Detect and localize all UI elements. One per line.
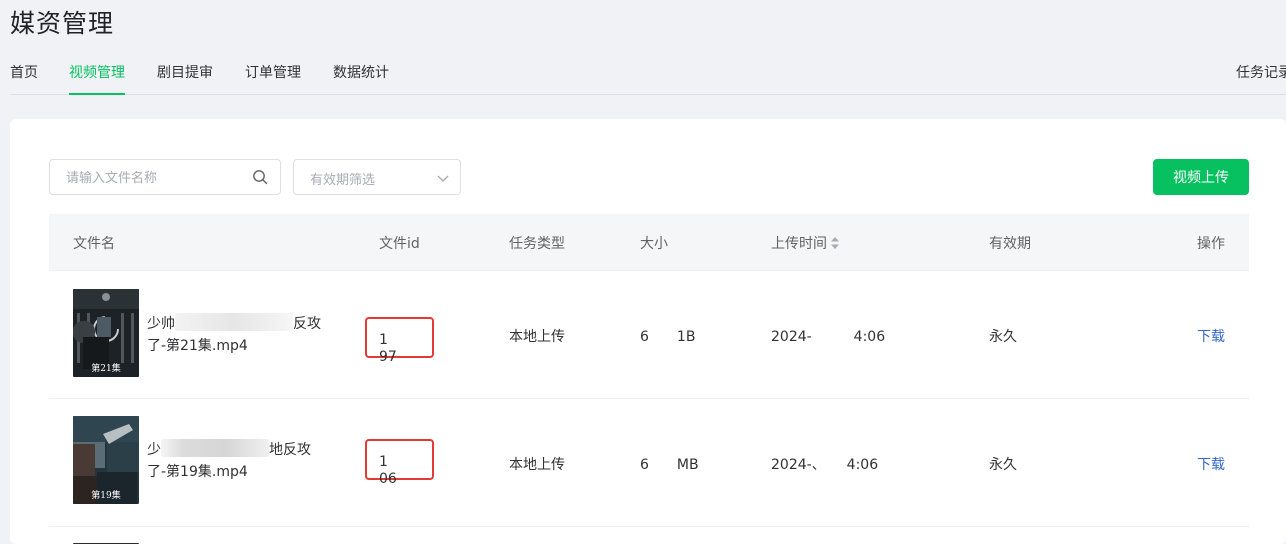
column-header-actions: 操作 <box>1197 236 1225 252</box>
thumbnail-caption: 第21集 <box>91 364 121 374</box>
thumbnail-caption: 第19集 <box>91 491 121 501</box>
file-id: 1 06 <box>379 454 416 487</box>
tab-data-statistics[interactable]: 数据统计 <box>333 62 389 95</box>
upload-time: 2024- 4:06 <box>771 329 886 345</box>
file-name: 少帅 反攻 了-第21集.mp4 <box>147 313 322 357</box>
task-type: 本地上传 <box>509 457 565 473</box>
file-id-highlight: 1 97 <box>365 317 434 365</box>
file-name-part: 了-第19集.mp4 <box>147 464 248 480</box>
search-input[interactable] <box>66 168 246 188</box>
file-size: 6 1B <box>640 329 696 345</box>
validity-filter-select[interactable]: 有效期筛选 <box>293 159 461 195</box>
column-header-size: 大小 <box>640 236 668 252</box>
file-id-highlight: 1 06 <box>365 439 434 487</box>
upload-time-header-label: 上传时间 <box>771 236 827 252</box>
search-box <box>49 159 281 195</box>
task-records-link[interactable]: 任务记录 <box>1236 62 1286 82</box>
video-thumbnail: 第19集 <box>73 416 139 504</box>
search-icon[interactable] <box>252 169 268 185</box>
upload-time: 2024-、 4:06 <box>771 457 879 473</box>
task-type: 本地上传 <box>509 329 565 345</box>
file-name-part: 反攻 <box>293 316 321 332</box>
column-header-task-type: 任务类型 <box>509 236 565 252</box>
tab-order-management[interactable]: 订单管理 <box>245 62 301 95</box>
redacted-mask <box>175 313 293 331</box>
validity-filter-placeholder: 有效期筛选 <box>310 173 376 188</box>
tab-home[interactable]: 首页 <box>10 62 38 95</box>
table-row: 第21集 少帅 反攻 了-第21集.mp4 1 97 本地上传 6 1B 2024… <box>49 271 1249 399</box>
content-card: 有效期筛选 视频上传 文件名 文件id 任务类型 大小 上传时间 有效期 操作 <box>10 119 1286 544</box>
file-name: 少 地反攻 了-第19集.mp4 <box>147 439 322 483</box>
file-name-part: 地反攻 <box>269 442 311 458</box>
column-header-file-name: 文件名 <box>73 236 115 252</box>
chevron-down-icon <box>437 175 449 182</box>
validity: 永久 <box>989 329 1017 345</box>
validity: 永久 <box>989 457 1017 473</box>
file-name-part: 少 <box>147 442 161 458</box>
column-header-upload-time[interactable]: 上传时间 <box>771 233 840 253</box>
file-name-part: 少帅 <box>147 316 175 332</box>
table-row: 第19集 少 地反攻 了-第19集.mp4 1 06 本地上传 6 MB 2024… <box>49 399 1249 527</box>
redacted-mask <box>161 439 269 457</box>
file-name-part: 了-第21集.mp4 <box>147 338 248 354</box>
video-thumbnail: 第21集 <box>73 289 139 377</box>
download-link[interactable]: 下载 <box>1197 454 1225 474</box>
sort-icon[interactable] <box>830 236 840 250</box>
top-nav: 首页 视频管理 剧目提审 订单管理 数据统计 任务记录 <box>10 56 1286 95</box>
column-header-file-id: 文件id <box>379 236 420 252</box>
file-size: 6 MB <box>640 457 699 473</box>
media-table: 文件名 文件id 任务类型 大小 上传时间 有效期 操作 第21集 少帅 反攻 … <box>49 214 1249 544</box>
video-upload-button[interactable]: 视频上传 <box>1153 159 1249 195</box>
column-header-validity: 有效期 <box>989 236 1031 252</box>
file-id: 1 97 <box>379 332 416 365</box>
table-row <box>49 527 1249 544</box>
page-title: 媒资管理 <box>10 9 115 38</box>
tab-video-management[interactable]: 视频管理 <box>69 62 125 95</box>
table-header: 文件名 文件id 任务类型 大小 上传时间 有效期 操作 <box>49 214 1249 271</box>
tab-drama-review[interactable]: 剧目提审 <box>157 62 213 95</box>
download-link[interactable]: 下载 <box>1197 326 1225 346</box>
